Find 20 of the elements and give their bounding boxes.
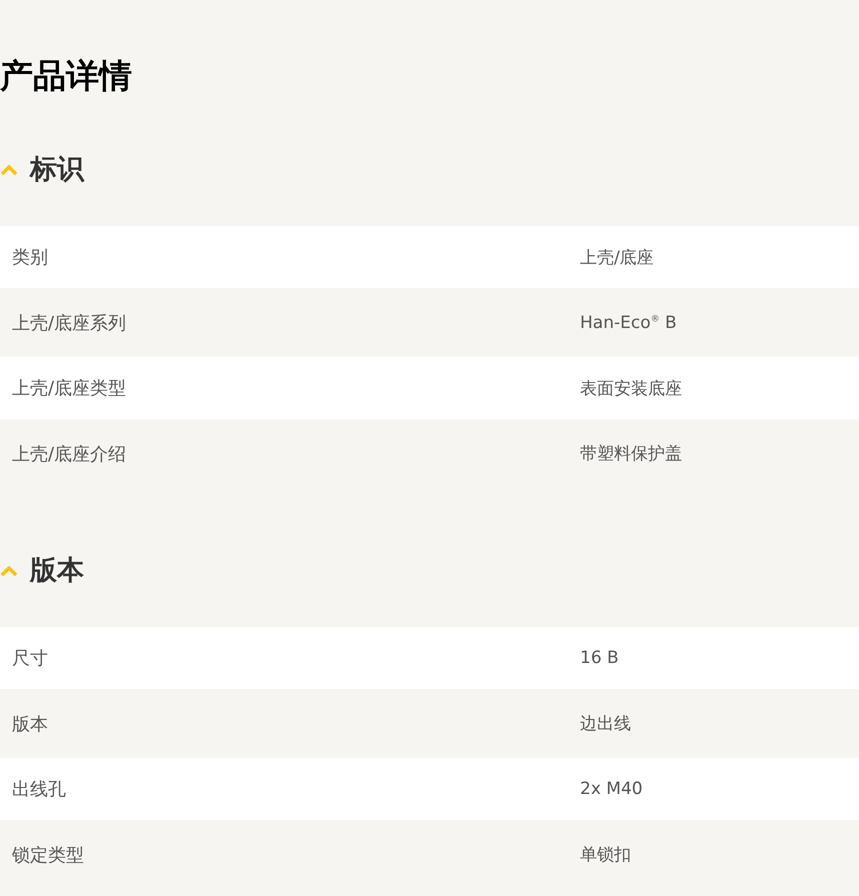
attribute-value: 边出线 [580,713,631,735]
attribute-label: 类别 [11,246,49,269]
attribute-label: 上壳/底座介绍 [11,442,128,466]
attribute-label: 版本 [11,712,49,736]
attribute-label: 上壳/底座类型 [11,377,128,400]
attribute-value: 表面安装底座 [580,378,682,400]
attribute-value: Han-Eco$^{®}$ B [580,312,677,332]
attribute-value: 单锁扣 [580,844,631,866]
section-heading[interactable]: 标识 [30,151,84,187]
chevron-icon[interactable] [0,566,18,576]
attribute-value: 上壳/底座 [580,246,654,268]
attribute-label: 出线孔 [11,778,67,801]
attribute-label: 锁定类型 [11,844,85,866]
attribute-value: 2x M40 [580,779,643,799]
attribute-value: 带塑料保护盖 [580,443,682,465]
chevron-icon[interactable] [0,164,18,176]
section-heading[interactable]: 版本 [30,552,84,588]
attribute-label: 上壳/底座系列 [11,312,128,334]
attribute-label: 尺寸 [11,647,49,670]
attribute-value: 16 B [580,648,619,668]
